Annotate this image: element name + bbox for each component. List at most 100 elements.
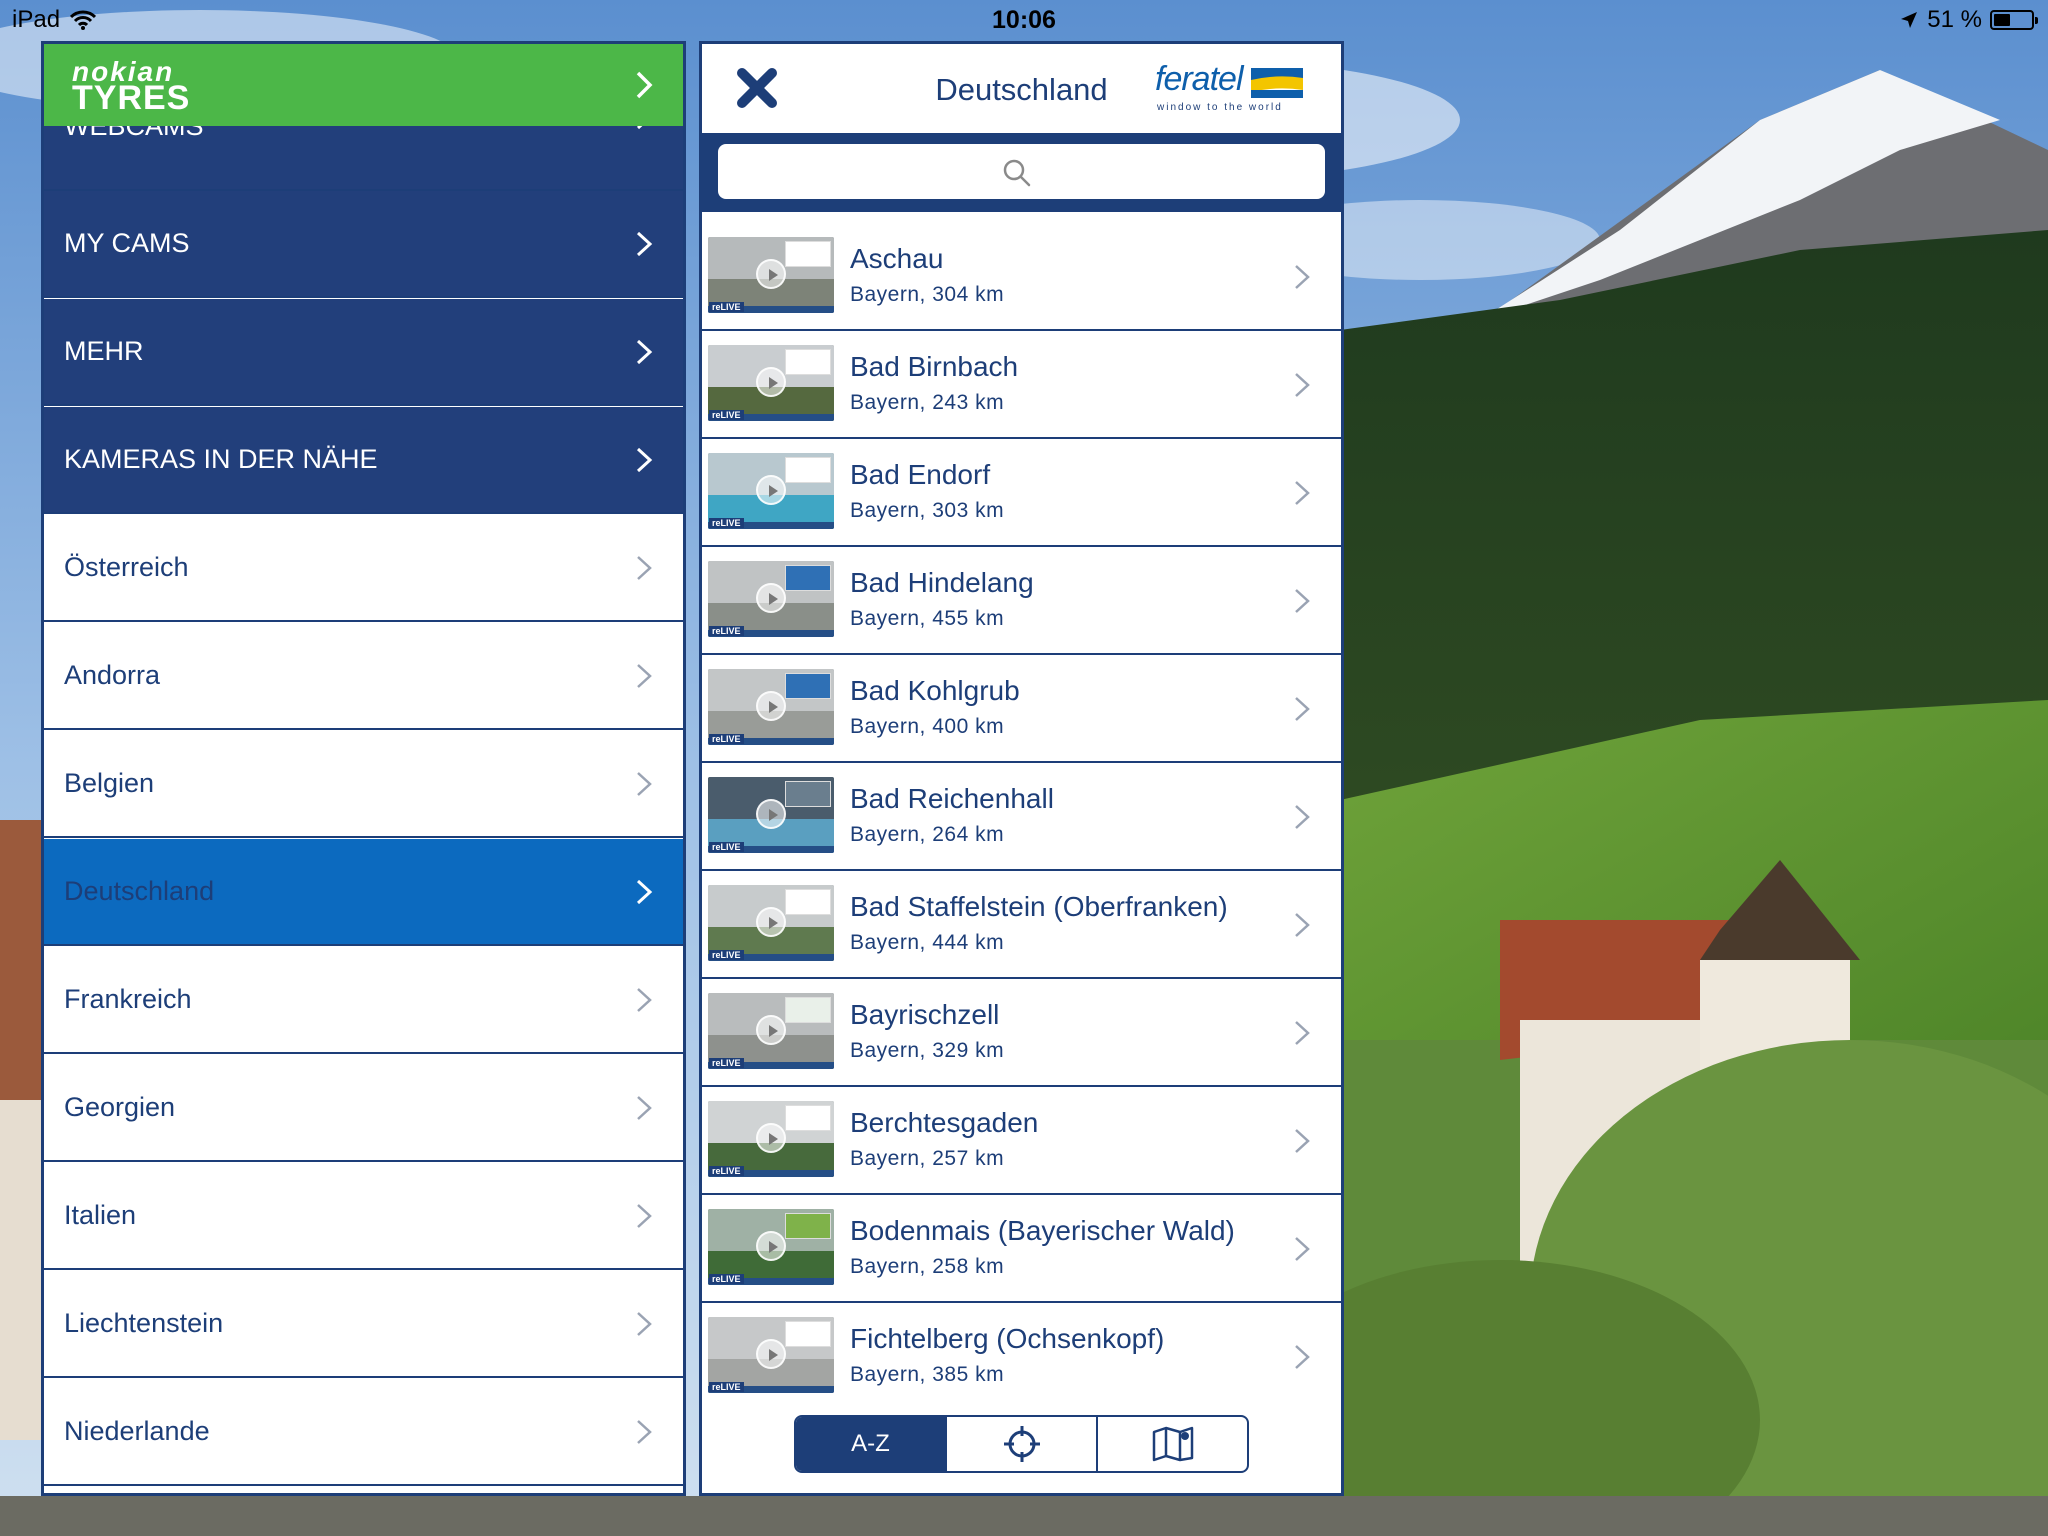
play-icon xyxy=(756,799,786,829)
list-item[interactable]: reLIVE Bayrischzell Bayern, 329 km xyxy=(702,979,1341,1087)
camera-location: Bayern, 455 km xyxy=(850,607,1005,630)
sort-toolbar: A-Z xyxy=(702,1404,1341,1493)
list-item[interactable]: reLIVE Berchtesgaden Bayern, 257 km xyxy=(702,1087,1341,1195)
battery-icon xyxy=(1990,10,2038,30)
chevron-right-icon xyxy=(1295,805,1310,829)
chevron-right-icon xyxy=(637,1095,652,1120)
chevron-right-icon xyxy=(1295,481,1310,505)
menu-item-country[interactable]: Belgien xyxy=(44,731,683,838)
camera-name: Bad Reichenhall xyxy=(850,783,1054,814)
menu-item-label: KAMERAS IN DER NÄHE xyxy=(64,444,378,474)
menu-item-mehr[interactable]: MEHR xyxy=(44,299,683,406)
search-input[interactable] xyxy=(718,144,1325,199)
menu-item-label: Niederlande xyxy=(64,1416,210,1446)
chevron-right-icon xyxy=(637,663,652,688)
menu-item-label: MY CAMS xyxy=(64,228,190,258)
webcam-thumbnail: reLIVE xyxy=(708,885,834,961)
play-icon xyxy=(756,475,786,505)
list-item[interactable]: reLIVE Bad Birnbach Bayern, 243 km xyxy=(702,331,1341,439)
list-item[interactable]: reLIVE Bad Hindelang Bayern, 455 km xyxy=(702,547,1341,655)
webcam-thumbnail: reLIVE xyxy=(708,345,834,421)
menu-item-country[interactable]: Niederlande xyxy=(44,1379,683,1486)
play-icon xyxy=(756,583,786,613)
chevron-right-icon xyxy=(637,1419,652,1444)
status-time: 10:06 xyxy=(992,6,1056,34)
menu-item-country[interactable]: Italien xyxy=(44,1163,683,1270)
menu-item-country[interactable]: Liechtenstein xyxy=(44,1271,683,1378)
camera-name: Bodenmais (Bayerischer Wald) xyxy=(850,1215,1235,1246)
play-icon xyxy=(756,1015,786,1045)
camera-name: Bayrischzell xyxy=(850,999,1000,1030)
chevron-right-icon xyxy=(636,231,653,256)
menu-item-country[interactable]: Frankreich xyxy=(44,947,683,1054)
camera-name: Bad Kohlgrub xyxy=(850,675,1020,706)
chevron-right-icon xyxy=(1295,1345,1310,1369)
chevron-right-icon xyxy=(1295,1129,1310,1153)
camera-location: Bayern, 258 km xyxy=(850,1255,1005,1278)
feratel-flag-icon xyxy=(1251,68,1303,98)
search-bar xyxy=(702,133,1341,212)
play-icon xyxy=(756,1231,786,1261)
webcam-thumbnail: reLIVE xyxy=(708,993,834,1069)
sponsor-banner[interactable]: nokian TYRES xyxy=(44,44,683,126)
list-item[interactable]: reLIVE Fichtelberg (Ochsenkopf) Bayern, … xyxy=(702,1303,1341,1411)
list-item[interactable]: reLIVE Bodenmais (Bayerischer Wald) Baye… xyxy=(702,1195,1341,1303)
camera-location: Bayern, 444 km xyxy=(850,931,1005,954)
camera-name: Bad Endorf xyxy=(850,459,991,490)
list-item[interactable]: reLIVE Bad Kohlgrub Bayern, 400 km xyxy=(702,655,1341,763)
chevron-right-icon xyxy=(636,447,653,472)
chevron-right-icon xyxy=(637,1203,652,1228)
chevron-right-icon xyxy=(1295,589,1310,613)
list-item[interactable]: reLIVE Bad Staffelstein (Oberfranken) Ba… xyxy=(702,871,1341,979)
chevron-right-icon xyxy=(637,1311,652,1336)
play-icon xyxy=(756,907,786,937)
location-arrow-icon xyxy=(1901,12,1918,28)
camera-location: Bayern, 304 km xyxy=(850,283,1005,306)
sort-by-location-tab[interactable] xyxy=(947,1417,1098,1471)
menu-item-my-cams[interactable]: MY CAMS xyxy=(44,191,683,298)
webcam-thumbnail: reLIVE xyxy=(708,1209,834,1285)
menu-item-label: Andorra xyxy=(64,660,161,690)
camera-name: Aschau xyxy=(850,243,944,274)
feratel-logo: feratel window to the world xyxy=(1155,60,1305,118)
status-bar: iPad 10:06 51 % xyxy=(0,0,2048,40)
menu-item-country[interactable]: Andorra xyxy=(44,623,683,730)
menu-item-country-selected[interactable]: Deutschland xyxy=(44,839,683,946)
webcam-thumbnail: reLIVE xyxy=(708,453,834,529)
menu-item-label: Deutschland xyxy=(64,876,215,906)
menu-item-label: Liechtenstein xyxy=(64,1308,224,1338)
list-item[interactable]: reLIVE Bad Reichenhall Bayern, 264 km xyxy=(702,763,1341,871)
menu-item-country[interactable]: Georgien xyxy=(44,1055,683,1162)
sort-alphabetical-tab[interactable]: A-Z xyxy=(796,1417,947,1471)
chevron-right-icon xyxy=(637,771,652,796)
play-icon xyxy=(756,1339,786,1369)
sort-segmented-control: A-Z xyxy=(794,1415,1249,1473)
map-icon xyxy=(1152,1426,1193,1462)
camera-location: Bayern, 243 km xyxy=(850,391,1005,414)
play-icon xyxy=(756,259,786,289)
camera-name: Bad Staffelstein (Oberfranken) xyxy=(850,891,1228,922)
camera-name: Fichtelberg (Ochsenkopf) xyxy=(850,1323,1165,1354)
list-item[interactable]: reLIVE Bad Endorf Bayern, 303 km xyxy=(702,439,1341,547)
menu-item-label: MEHR xyxy=(64,336,144,366)
navigation-menu-panel: nokian TYRES WEBCAMS MY CAMS MEHR KAMERA… xyxy=(41,41,686,1496)
webcam-thumbnail: reLIVE xyxy=(708,237,834,313)
camera-name: Berchtesgaden xyxy=(850,1107,1039,1138)
camera-location: Bayern, 385 km xyxy=(850,1363,1005,1386)
chevron-right-icon xyxy=(1295,697,1310,721)
webcam-thumbnail: reLIVE xyxy=(708,1101,834,1177)
play-icon xyxy=(756,1123,786,1153)
crosshair-icon xyxy=(1003,1426,1040,1462)
menu-item-label: Georgien xyxy=(64,1092,176,1122)
chevron-right-icon xyxy=(637,555,652,580)
webcam-thumbnail: reLIVE xyxy=(708,777,834,853)
menu-item-country[interactable]: Österreich xyxy=(44,515,683,622)
list-item[interactable]: reLIVE Aschau Bayern, 304 km xyxy=(702,223,1341,331)
menu-item-label: Österreich xyxy=(64,552,189,582)
camera-name: Bad Birnbach xyxy=(850,351,1019,382)
camera-location: Bayern, 264 km xyxy=(850,823,1005,846)
camera-name: Bad Hindelang xyxy=(850,567,1034,598)
map-view-tab[interactable] xyxy=(1098,1417,1247,1471)
menu-item-nearby-cameras[interactable]: KAMERAS IN DER NÄHE xyxy=(44,407,683,514)
chevron-right-icon xyxy=(1295,373,1310,397)
